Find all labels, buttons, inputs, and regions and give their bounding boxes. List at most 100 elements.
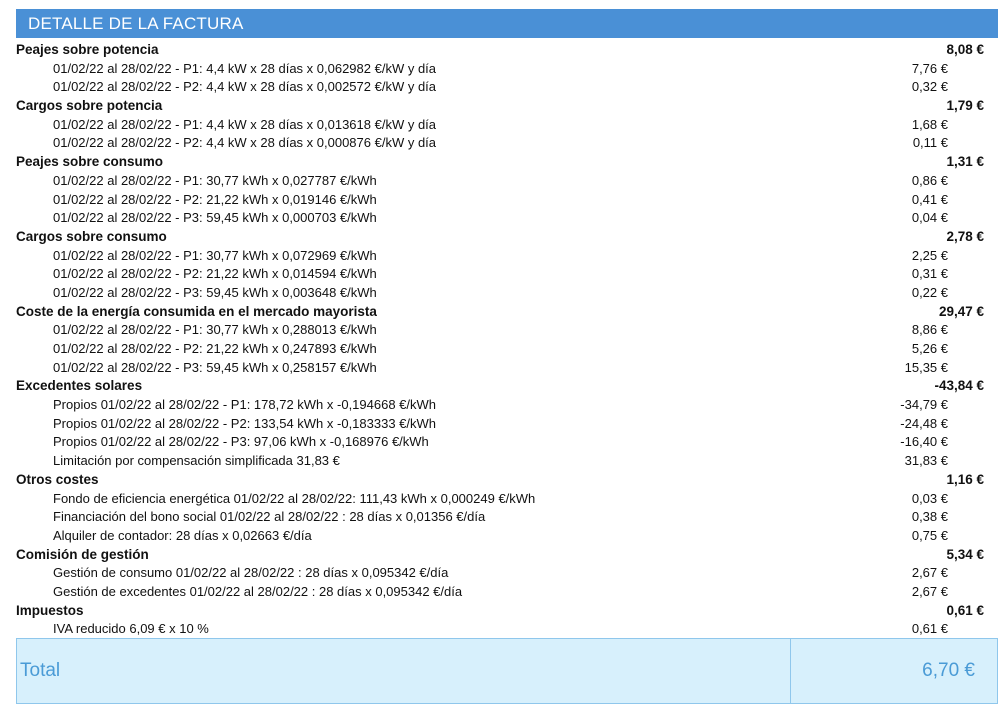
line-item-amount: 0,61 € bbox=[911, 621, 948, 637]
section-heading: Coste de la energía consumida en el merc… bbox=[16, 303, 986, 322]
section-total: 1,79 € bbox=[946, 98, 984, 114]
line-item-amount: 8,86 € bbox=[911, 322, 948, 338]
line-item: 01/02/22 al 28/02/22 - P2: 4,4 kW x 28 d… bbox=[16, 134, 986, 153]
line-item-amount: 1,68 € bbox=[911, 116, 948, 132]
line-item-description: Propios 01/02/22 al 28/02/22 - P2: 133,5… bbox=[53, 415, 437, 431]
line-item-amount: 2,67 € bbox=[911, 565, 948, 581]
section-total: 0,61 € bbox=[946, 602, 984, 618]
line-item-amount: 2,25 € bbox=[911, 247, 948, 263]
line-item-amount: 0,04 € bbox=[911, 210, 948, 226]
line-item: 01/02/22 al 28/02/22 - P1: 30,77 kWh x 0… bbox=[16, 172, 986, 191]
section-title: Excedentes solares bbox=[16, 378, 143, 394]
line-item: Alquiler de contador: 28 días x 0,02663 … bbox=[16, 527, 986, 546]
line-item: 01/02/22 al 28/02/22 - P1: 30,77 kWh x 0… bbox=[16, 321, 986, 340]
line-item-description: Fondo de eficiencia energética 01/02/22 … bbox=[53, 490, 536, 506]
line-item-amount: 0,31 € bbox=[911, 266, 948, 282]
line-item-description: 01/02/22 al 28/02/22 - P1: 30,77 kWh x 0… bbox=[53, 172, 377, 188]
section-total: 2,78 € bbox=[946, 228, 984, 244]
line-item-description: 01/02/22 al 28/02/22 - P2: 4,4 kW x 28 d… bbox=[53, 135, 437, 151]
invoice-detail-header: DETALLE DE LA FACTURA bbox=[16, 9, 998, 38]
line-item-description: 01/02/22 al 28/02/22 - P3: 59,45 kWh x 0… bbox=[53, 210, 377, 226]
section-title: Cargos sobre consumo bbox=[16, 228, 167, 244]
section-title: Peajes sobre potencia bbox=[16, 42, 159, 57]
line-item-description: Propios 01/02/22 al 28/02/22 - P1: 178,7… bbox=[53, 397, 437, 413]
line-item-amount: 15,35 € bbox=[904, 359, 948, 375]
line-item: 01/02/22 al 28/02/22 - P2: 21,22 kWh x 0… bbox=[16, 191, 986, 210]
line-item-description: 01/02/22 al 28/02/22 - P1: 4,4 kW x 28 d… bbox=[53, 116, 437, 132]
line-item-description: IVA reducido 6,09 € x 10 % bbox=[53, 621, 209, 637]
line-item-amount: 5,26 € bbox=[911, 341, 948, 356]
line-item-amount: 7,76 € bbox=[911, 60, 948, 76]
section-total: -43,84 € bbox=[934, 378, 984, 394]
section-total: 8,08 € bbox=[946, 42, 984, 57]
line-item-amount: 0,75 € bbox=[911, 527, 948, 543]
section-heading: Cargos sobre consumo 2,78 € bbox=[16, 228, 986, 247]
line-item-description: Financiación del bono social 01/02/22 al… bbox=[53, 509, 486, 525]
section-title: Comisión de gestión bbox=[16, 546, 149, 562]
section-heading: Impuestos 0,61 € bbox=[16, 602, 986, 621]
invoice-lines: Peajes sobre potencia 8,08 € 01/02/22 al 2… bbox=[16, 41, 986, 639]
line-item: Propios 01/02/22 al 28/02/22 - P2: 133,5… bbox=[16, 415, 986, 434]
line-item: 01/02/22 al 28/02/22 - P3: 59,45 kWh x 0… bbox=[16, 209, 986, 228]
line-item: 01/02/22 al 28/02/22 - P3: 59,45 kWh x 0… bbox=[16, 359, 986, 378]
total-value: 6,70 € bbox=[922, 660, 975, 681]
line-item: 01/02/22 al 28/02/22 - P2: 21,22 kWh x 0… bbox=[16, 340, 986, 359]
line-item-amount: 0,86 € bbox=[911, 172, 948, 188]
line-item-amount: 0,11 € bbox=[912, 135, 948, 151]
line-item-description: Alquiler de contador: 28 días x 0,02663 … bbox=[53, 527, 312, 543]
line-item: 01/02/22 al 28/02/22 - P1: 30,77 kWh x 0… bbox=[16, 247, 986, 266]
line-item: IVA reducido 6,09 € x 10 % 0,61 € bbox=[16, 620, 986, 639]
section-title: Impuestos bbox=[16, 602, 84, 618]
section-heading: Peajes sobre consumo 1,31 € bbox=[16, 153, 986, 172]
line-item-amount: 2,67 € bbox=[911, 583, 948, 599]
line-item-amount: -24,48 € bbox=[900, 415, 948, 431]
line-item-description: Propios 01/02/22 al 28/02/22 - P3: 97,06… bbox=[53, 434, 429, 450]
line-item: Financiación del bono social 01/02/22 al… bbox=[16, 508, 986, 527]
section-title: Peajes sobre consumo bbox=[16, 154, 164, 170]
line-item: Fondo de eficiencia energética 01/02/22 … bbox=[16, 490, 986, 509]
line-item-description: Gestión de consumo 01/02/22 al 28/02/22 … bbox=[53, 565, 449, 581]
line-item-amount: -16,40 € bbox=[900, 434, 948, 450]
section-total: 1,16 € bbox=[946, 471, 984, 487]
section-heading: Cargos sobre potencia 1,79 € bbox=[16, 97, 986, 116]
line-item-description: 01/02/22 al 28/02/22 - P2: 21,22 kWh x 0… bbox=[53, 191, 377, 207]
total-label: Total bbox=[20, 660, 61, 681]
line-item: Gestión de consumo 01/02/22 al 28/02/22 … bbox=[16, 564, 986, 583]
section-total: 1,31 € bbox=[946, 154, 984, 170]
section-total: 5,34 € bbox=[946, 546, 984, 562]
section-heading: Excedentes solares -43,84 € bbox=[16, 377, 986, 396]
line-item: Limitación por compensación simplificada… bbox=[16, 452, 986, 471]
line-item-description: 01/02/22 al 28/02/22 - P1: 30,77 kWh x 0… bbox=[53, 322, 377, 338]
line-item-description: 01/02/22 al 28/02/22 - P1: 4,4 kW x 28 d… bbox=[53, 60, 437, 76]
section-heading: Otros costes 1,16 € bbox=[16, 471, 986, 490]
section-heading: Peajes sobre potencia 8,08 € bbox=[16, 41, 986, 60]
line-item-description: 01/02/22 al 28/02/22 - P1: 30,77 kWh x 0… bbox=[53, 247, 377, 263]
section-title: Cargos sobre potencia bbox=[16, 98, 163, 114]
line-item-amount: 0,38 € bbox=[911, 509, 948, 525]
line-item-amount: 0,22 € bbox=[911, 284, 948, 300]
line-item-amount: 31,83 € bbox=[904, 453, 948, 469]
line-item: Gestión de excedentes 01/02/22 al 28/02/… bbox=[16, 583, 986, 602]
line-item: 01/02/22 al 28/02/22 - P2: 4,4 kW x 28 d… bbox=[16, 78, 986, 97]
line-item-description: 01/02/22 al 28/02/22 - P2: 4,4 kW x 28 d… bbox=[53, 79, 437, 95]
line-item: Propios 01/02/22 al 28/02/22 - P3: 97,06… bbox=[16, 433, 986, 452]
line-item: Propios 01/02/22 al 28/02/22 - P1: 178,7… bbox=[16, 396, 986, 415]
line-item: 01/02/22 al 28/02/22 - P1: 4,4 kW x 28 d… bbox=[16, 116, 986, 135]
line-item-description: 01/02/22 al 28/02/22 - P2: 21,22 kWh x 0… bbox=[53, 341, 377, 356]
section-heading: Comisión de gestión 5,34 € bbox=[16, 546, 986, 565]
line-item: 01/02/22 al 28/02/22 - P3: 59,45 kWh x 0… bbox=[16, 284, 986, 303]
line-item-description: Gestión de excedentes 01/02/22 al 28/02/… bbox=[53, 583, 463, 599]
section-total: 29,47 € bbox=[938, 303, 984, 319]
line-item: 01/02/22 al 28/02/22 - P2: 21,22 kWh x 0… bbox=[16, 265, 986, 284]
total-divider bbox=[790, 639, 791, 703]
line-item-amount: 0,03 € bbox=[911, 490, 948, 506]
header-title: DETALLE DE LA FACTURA bbox=[28, 14, 244, 33]
line-item-description: 01/02/22 al 28/02/22 - P3: 59,45 kWh x 0… bbox=[53, 359, 377, 375]
section-title: Coste de la energía consumida en el merc… bbox=[16, 303, 377, 319]
line-item-amount: -34,79 € bbox=[900, 397, 948, 413]
line-item: 01/02/22 al 28/02/22 - P1: 4,4 kW x 28 d… bbox=[16, 60, 986, 79]
total-box: Total 6,70 € bbox=[16, 638, 998, 704]
line-item-description: 01/02/22 al 28/02/22 - P3: 59,45 kWh x 0… bbox=[53, 284, 377, 300]
line-item-amount: 0,41 € bbox=[911, 191, 948, 207]
section-title: Otros costes bbox=[16, 471, 99, 487]
